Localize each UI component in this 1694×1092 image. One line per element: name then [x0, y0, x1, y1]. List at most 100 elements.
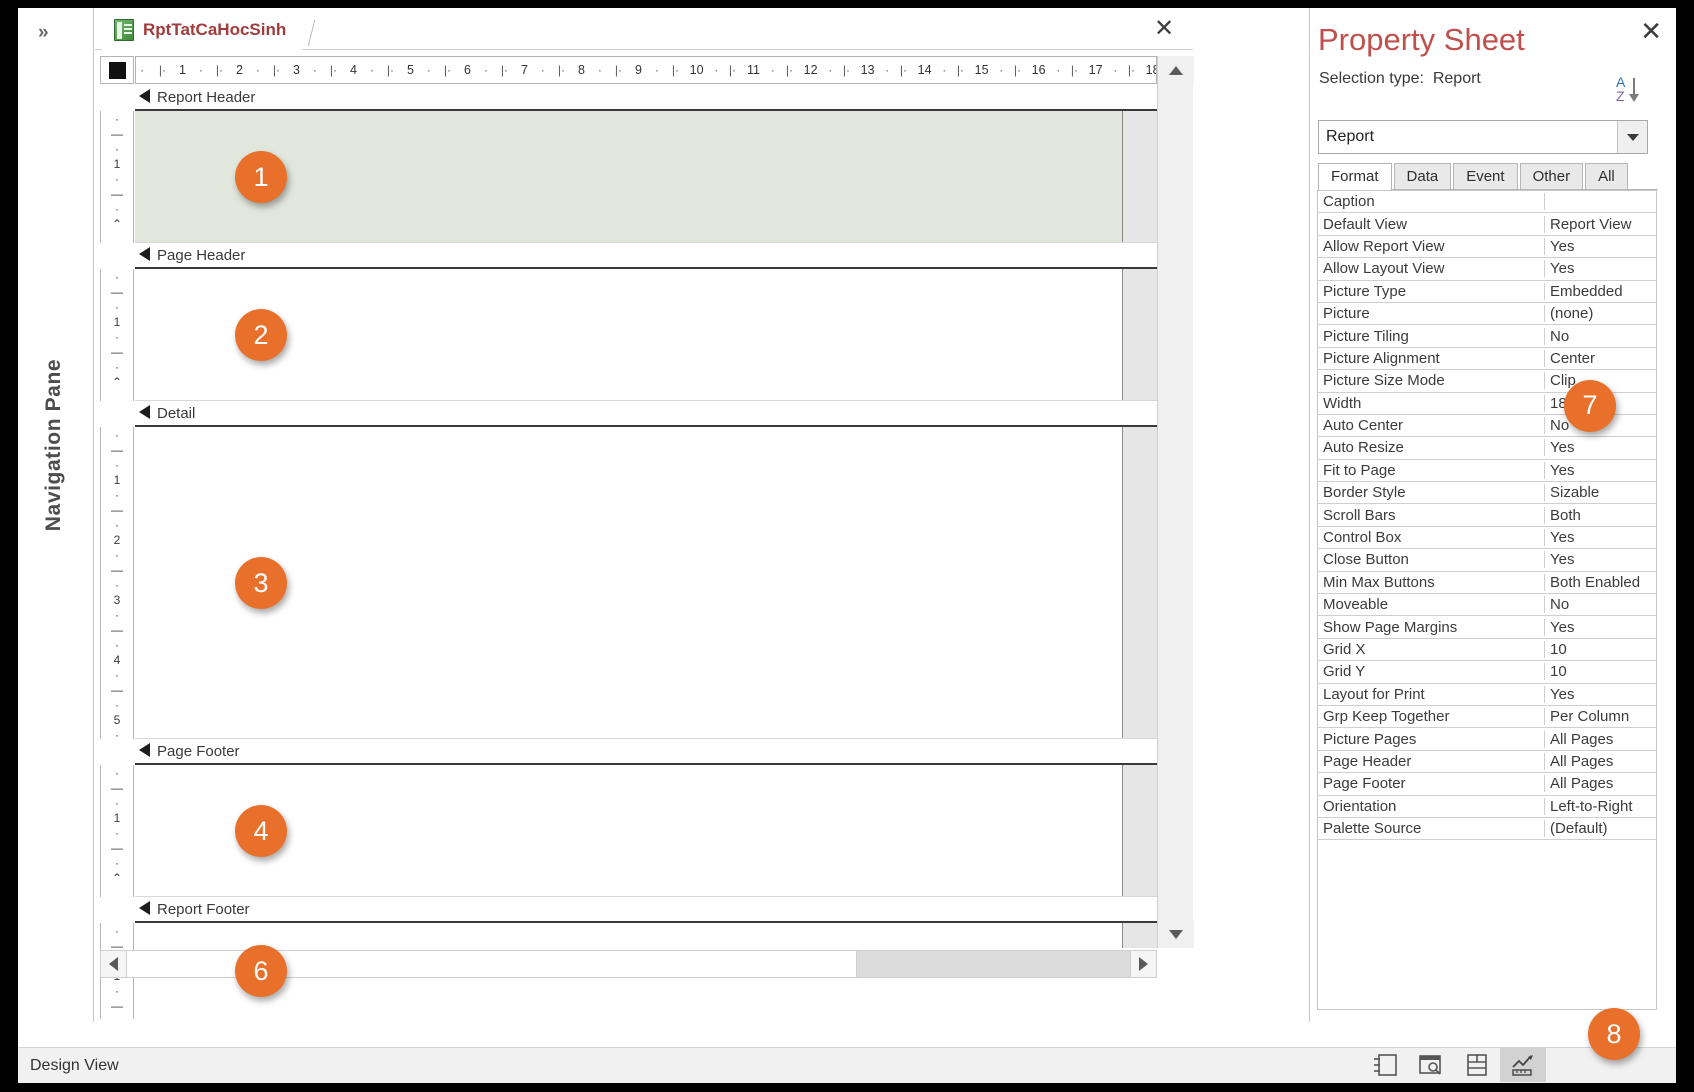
scroll-down-button[interactable] — [1158, 920, 1194, 948]
property-row[interactable]: Grid Y 10 — [1318, 661, 1656, 684]
section-collapse-icon[interactable] — [139, 901, 150, 915]
property-row[interactable]: Min Max Buttons Both Enabled — [1318, 572, 1656, 595]
section-band-page-header[interactable] — [135, 269, 1157, 401]
property-row[interactable]: Caption — [1318, 191, 1656, 214]
section-label-page-header[interactable]: Page Header — [135, 243, 1157, 269]
property-row[interactable]: Allow Report View Yes — [1318, 236, 1656, 259]
vertical-scrollbar[interactable] — [1157, 56, 1194, 948]
property-value[interactable]: (Default) — [1545, 820, 1656, 837]
property-row[interactable]: Moveable No — [1318, 594, 1656, 617]
property-row[interactable]: Show Page Margins Yes — [1318, 616, 1656, 639]
report-view-icon[interactable] — [1362, 1048, 1408, 1082]
property-value[interactable]: 10 — [1545, 641, 1656, 658]
section-collapse-icon[interactable] — [139, 405, 150, 419]
property-tab-all[interactable]: All — [1585, 163, 1628, 189]
property-value[interactable]: Report View — [1545, 216, 1656, 233]
section-band-page-footer[interactable] — [135, 765, 1157, 897]
property-row[interactable]: Picture Alignment Center — [1318, 348, 1656, 371]
property-value[interactable]: All Pages — [1545, 753, 1656, 770]
property-value[interactable]: Both Enabled — [1545, 574, 1656, 591]
ruler-tick-18: ·18·| — [1131, 63, 1156, 77]
property-row[interactable]: Picture Pages All Pages — [1318, 728, 1656, 751]
property-value[interactable]: Center — [1545, 350, 1656, 367]
section-label-report-header[interactable]: Report Header — [135, 85, 1157, 111]
scroll-left-button[interactable] — [101, 951, 127, 977]
property-row[interactable]: Picture (none) — [1318, 303, 1656, 326]
property-row[interactable]: Layout for Print Yes — [1318, 684, 1656, 706]
property-tab-event[interactable]: Event — [1453, 163, 1518, 189]
ruler-tick: · — [115, 360, 119, 374]
property-row[interactable]: Auto Resize Yes — [1318, 437, 1656, 460]
property-value[interactable]: Embedded — [1545, 283, 1656, 300]
property-value[interactable]: Both — [1545, 507, 1656, 524]
ruler-tick: · — [115, 856, 119, 870]
property-value[interactable]: Sizable — [1545, 484, 1656, 501]
property-value[interactable]: Yes — [1545, 529, 1656, 546]
chevron-down-icon[interactable] — [1617, 121, 1647, 153]
property-value[interactable]: (none) — [1545, 305, 1656, 322]
property-sheet-tabs[interactable]: Format Data Event Other All — [1318, 163, 1658, 190]
property-row[interactable]: Default View Report View — [1318, 213, 1656, 236]
band-right-edge — [1122, 427, 1123, 738]
object-selector-combobox[interactable]: Report — [1318, 120, 1648, 154]
section-band-detail[interactable] — [135, 427, 1157, 739]
property-value[interactable]: Yes — [1545, 462, 1656, 479]
close-document-button[interactable]: ✕ — [1151, 17, 1177, 43]
property-row[interactable]: Grid X 10 — [1318, 639, 1656, 662]
section-collapse-icon[interactable] — [139, 247, 150, 261]
ruler-tick-2: · 2 · | — [219, 63, 276, 77]
select-all-report-button[interactable] — [100, 56, 134, 84]
section-collapse-icon[interactable] — [139, 89, 150, 103]
section-label-report-footer[interactable]: Report Footer — [135, 897, 1157, 923]
property-row[interactable]: Picture Tiling No — [1318, 325, 1656, 348]
annotation-badge-3: 3 — [235, 557, 287, 609]
property-row[interactable]: Picture Type Embedded — [1318, 281, 1656, 303]
view-shortcut-buttons[interactable] — [1362, 1047, 1546, 1083]
close-property-sheet-button[interactable]: ✕ — [1640, 18, 1662, 44]
property-tab-other[interactable]: Other — [1519, 163, 1584, 189]
property-row[interactable]: Palette Source (Default) — [1318, 818, 1656, 841]
design-view-icon[interactable] — [1500, 1048, 1546, 1082]
property-value[interactable]: All Pages — [1545, 775, 1656, 792]
property-tab-data[interactable]: Data — [1393, 163, 1452, 189]
property-value[interactable]: No — [1545, 596, 1656, 613]
property-row[interactable]: Scroll Bars Both — [1318, 504, 1656, 527]
sort-az-icon[interactable]: A Z — [1616, 74, 1650, 104]
section-band-report-footer[interactable] — [135, 923, 1157, 948]
property-value[interactable]: Yes — [1545, 551, 1656, 568]
navigation-pane[interactable]: » Navigation Pane — [18, 8, 94, 1022]
layout-view-icon[interactable] — [1454, 1048, 1500, 1082]
property-row[interactable]: Fit to Page Yes — [1318, 460, 1656, 483]
property-value[interactable]: Yes — [1545, 260, 1656, 277]
property-row[interactable]: Allow Layout View Yes — [1318, 258, 1656, 281]
property-value[interactable]: Left-to-Right — [1545, 798, 1656, 815]
property-value[interactable]: 10 — [1545, 663, 1656, 680]
property-row[interactable]: Page Header All Pages — [1318, 751, 1656, 774]
section-label-page-footer[interactable]: Page Footer — [135, 739, 1157, 765]
property-value[interactable]: Yes — [1545, 439, 1656, 456]
property-row[interactable]: Border Style Sizable — [1318, 482, 1656, 505]
section-band-report-header[interactable] — [135, 111, 1157, 243]
scroll-up-button[interactable] — [1158, 56, 1194, 84]
property-value[interactable]: All Pages — [1545, 731, 1656, 748]
property-grid[interactable]: Caption Default View Report View Allow Repo… — [1317, 190, 1657, 1010]
property-value[interactable]: No — [1545, 328, 1656, 345]
property-row[interactable]: Page Footer All Pages — [1318, 773, 1656, 796]
section-label-detail[interactable]: Detail — [135, 401, 1157, 427]
scroll-right-button[interactable] — [1130, 951, 1156, 977]
property-row[interactable]: Orientation Left-to-Right — [1318, 796, 1656, 818]
property-row[interactable]: Close Button Yes — [1318, 549, 1656, 572]
property-row[interactable]: Grp Keep Together Per Column — [1318, 706, 1656, 729]
section-collapse-icon[interactable] — [139, 743, 150, 757]
property-value[interactable]: Yes — [1545, 686, 1656, 703]
property-value[interactable]: Yes — [1545, 619, 1656, 636]
print-preview-icon[interactable] — [1408, 1048, 1454, 1082]
property-value[interactable]: Yes — [1545, 238, 1656, 255]
property-value[interactable]: Per Column — [1545, 708, 1656, 725]
double-chevron-right-icon[interactable]: » — [38, 22, 48, 44]
horizontal-scroll-track[interactable] — [857, 951, 1130, 977]
property-row[interactable]: Control Box Yes — [1318, 527, 1656, 550]
document-tab-rpttatcahocsinh[interactable]: RptTatCaHocSinh — [102, 11, 303, 50]
property-tab-format[interactable]: Format — [1318, 163, 1392, 190]
design-surface[interactable]: Report Header Page Header Detail Page Foote… — [135, 85, 1157, 948]
